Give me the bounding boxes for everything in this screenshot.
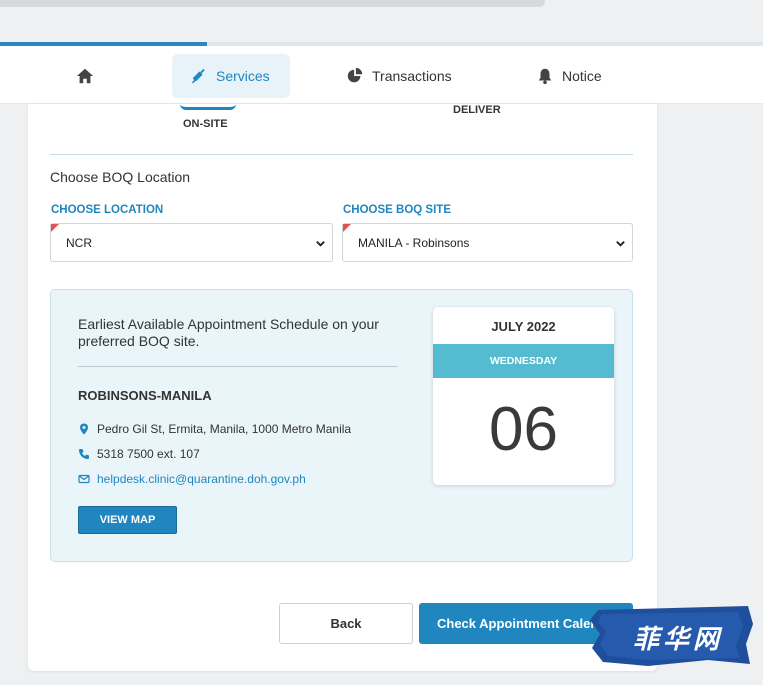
horizontal-scrollbar[interactable] bbox=[0, 0, 545, 7]
calendar-month: JULY 2022 bbox=[491, 319, 556, 334]
email-link[interactable]: helpdesk.clinic@quarantine.doh.gov.ph bbox=[97, 472, 306, 486]
pie-chart-icon bbox=[347, 67, 363, 83]
address-text: Pedro Gil St, Ermita, Manila, 1000 Metro… bbox=[97, 422, 352, 436]
phone-icon bbox=[79, 449, 89, 459]
step-deliver-label: DELIVER bbox=[453, 104, 501, 116]
location-select[interactable]: NCR bbox=[50, 223, 333, 262]
nav-notice-label: Notice bbox=[562, 68, 602, 84]
syringe-icon bbox=[191, 68, 205, 84]
location-select-value: NCR bbox=[66, 235, 92, 250]
required-marker bbox=[343, 224, 351, 232]
nav-home[interactable] bbox=[58, 54, 112, 98]
top-navbar: Services Transactions Notice bbox=[0, 46, 763, 104]
section-divider bbox=[50, 154, 633, 155]
map-pin-icon bbox=[80, 423, 88, 435]
calendar-weekday: WEDNESDAY bbox=[433, 344, 614, 378]
schedule-heading: Earliest Available Appointment Schedule … bbox=[78, 316, 379, 349]
nav-transactions-label: Transactions bbox=[372, 68, 452, 84]
step-onsite-label: ON-SITE bbox=[183, 118, 228, 130]
location-label: CHOOSE LOCATION bbox=[51, 204, 164, 216]
site-name: ROBINSONS-MANILA bbox=[78, 388, 212, 403]
home-icon bbox=[76, 68, 94, 84]
site-label: CHOOSE BOQ SITE bbox=[343, 204, 451, 216]
bell-icon bbox=[538, 68, 552, 85]
phone-text: 5318 7500 ext. 107 bbox=[97, 447, 200, 461]
calendar-day: 06 bbox=[489, 395, 558, 464]
nav-services-label: Services bbox=[216, 68, 270, 84]
site-select[interactable]: MANILA - Robinsons bbox=[342, 223, 633, 262]
required-marker bbox=[51, 224, 59, 232]
nav-notice[interactable]: Notice bbox=[518, 54, 620, 98]
nav-services[interactable]: Services bbox=[172, 54, 290, 98]
email-row[interactable]: helpdesk.clinic@quarantine.doh.gov.ph bbox=[78, 472, 306, 486]
address-row: Pedro Gil St, Ermita, Manila, 1000 Metro… bbox=[78, 422, 351, 436]
phone-row: 5318 7500 ext. 107 bbox=[78, 447, 200, 461]
site-select-value: MANILA - Robinsons bbox=[358, 235, 470, 250]
step-onsite-circle[interactable] bbox=[180, 104, 236, 110]
appointment-calendar-card: JULY 2022 WEDNESDAY 06 bbox=[433, 307, 614, 485]
nav-transactions[interactable]: Transactions bbox=[328, 54, 470, 98]
back-button[interactable]: Back bbox=[279, 603, 413, 644]
schedule-divider bbox=[78, 366, 398, 367]
chevron-down-icon bbox=[616, 241, 625, 247]
view-map-button[interactable]: VIEW MAP bbox=[78, 506, 177, 534]
watermark-text: 菲华网 bbox=[632, 624, 723, 655]
envelope-icon bbox=[78, 474, 90, 484]
chevron-down-icon bbox=[316, 241, 325, 247]
section-title: Choose BOQ Location bbox=[50, 169, 191, 185]
